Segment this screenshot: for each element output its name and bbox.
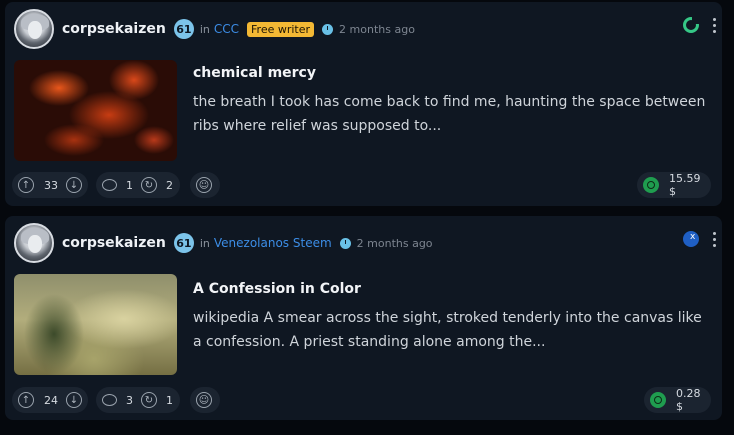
header-actions xyxy=(683,231,716,247)
post-title[interactable]: A Confession in Color xyxy=(193,281,361,297)
comment-count[interactable]: 3 xyxy=(126,394,133,407)
post-thumbnail[interactable] xyxy=(14,60,177,161)
steem-icon xyxy=(650,392,666,408)
vote-pill: ↑ 24 ↓ xyxy=(12,387,88,413)
reblog-icon[interactable]: ↻ xyxy=(141,177,157,193)
payout-value: 15.59 $ xyxy=(669,172,701,198)
engagement-pill: 3 ↻ 1 xyxy=(96,387,180,413)
community-link[interactable]: Venezolanos Steem xyxy=(214,236,332,250)
vote-pill: ↑ 33 ↓ xyxy=(12,172,88,198)
post-time[interactable]: 2 months ago xyxy=(357,237,433,250)
payout-pill[interactable]: 0.28 $ xyxy=(644,387,711,413)
steem-icon xyxy=(643,177,659,193)
reblog-icon[interactable]: ↻ xyxy=(141,392,157,408)
payout-value: 0.28 $ xyxy=(676,387,701,413)
author-name[interactable]: corpsekaizen xyxy=(62,235,166,251)
reaction-pill[interactable]: ☺ xyxy=(190,172,220,198)
downvote-icon[interactable]: ↓ xyxy=(66,392,82,408)
post-title[interactable]: chemical mercy xyxy=(193,65,316,81)
payout-pill[interactable]: 15.59 $ xyxy=(637,172,711,198)
post-time[interactable]: 2 months ago xyxy=(339,23,415,36)
avatar[interactable] xyxy=(14,9,54,49)
upvote-icon[interactable]: ↑ xyxy=(18,177,34,193)
more-options-icon[interactable] xyxy=(713,17,716,33)
reputation-badge: 61 xyxy=(173,19,194,39)
reblog-count[interactable]: 2 xyxy=(166,179,173,192)
more-options-icon[interactable] xyxy=(713,231,716,247)
app-source-icon xyxy=(683,17,699,33)
community-link[interactable]: CCC xyxy=(214,22,239,36)
clock-icon xyxy=(339,237,351,249)
post-feed: corpsekaizen 61 in CCC Free writer 2 mon… xyxy=(0,0,734,435)
reputation-badge: 61 xyxy=(173,233,194,253)
emoji-reaction-icon[interactable]: ☺ xyxy=(196,177,212,193)
free-writer-badge: Free writer xyxy=(247,21,315,37)
downvote-icon[interactable]: ↓ xyxy=(66,177,82,193)
upvote-icon[interactable]: ↑ xyxy=(18,392,34,408)
comment-count[interactable]: 1 xyxy=(126,179,133,192)
post-header: corpsekaizen 61 in CCC Free writer 2 mon… xyxy=(14,9,714,49)
author-name[interactable]: corpsekaizen xyxy=(62,21,166,37)
app-source-icon xyxy=(683,231,699,247)
comment-icon[interactable] xyxy=(102,394,117,406)
upvote-count[interactable]: 33 xyxy=(44,179,58,192)
upvote-count[interactable]: 24 xyxy=(44,394,58,407)
reaction-pill[interactable]: ☺ xyxy=(190,387,220,413)
post-excerpt[interactable]: wikipedia A smear across the sight, stro… xyxy=(193,306,713,354)
post-card[interactable]: corpsekaizen 61 in CCC Free writer 2 mon… xyxy=(5,2,722,206)
comment-icon[interactable] xyxy=(102,179,117,191)
clock-icon xyxy=(322,23,334,35)
header-actions xyxy=(683,17,716,33)
avatar[interactable] xyxy=(14,223,54,263)
in-label: in xyxy=(199,236,210,250)
post-header: corpsekaizen 61 in Venezolanos Steem 2 m… xyxy=(14,223,714,263)
post-thumbnail[interactable] xyxy=(14,274,177,375)
reblog-count[interactable]: 1 xyxy=(166,394,173,407)
engagement-pill: 1 ↻ 2 xyxy=(96,172,180,198)
in-label: in xyxy=(199,22,210,36)
post-excerpt[interactable]: the breath I took has come back to find … xyxy=(193,90,713,138)
post-card[interactable]: corpsekaizen 61 in Venezolanos Steem 2 m… xyxy=(5,216,722,420)
emoji-reaction-icon[interactable]: ☺ xyxy=(196,392,212,408)
